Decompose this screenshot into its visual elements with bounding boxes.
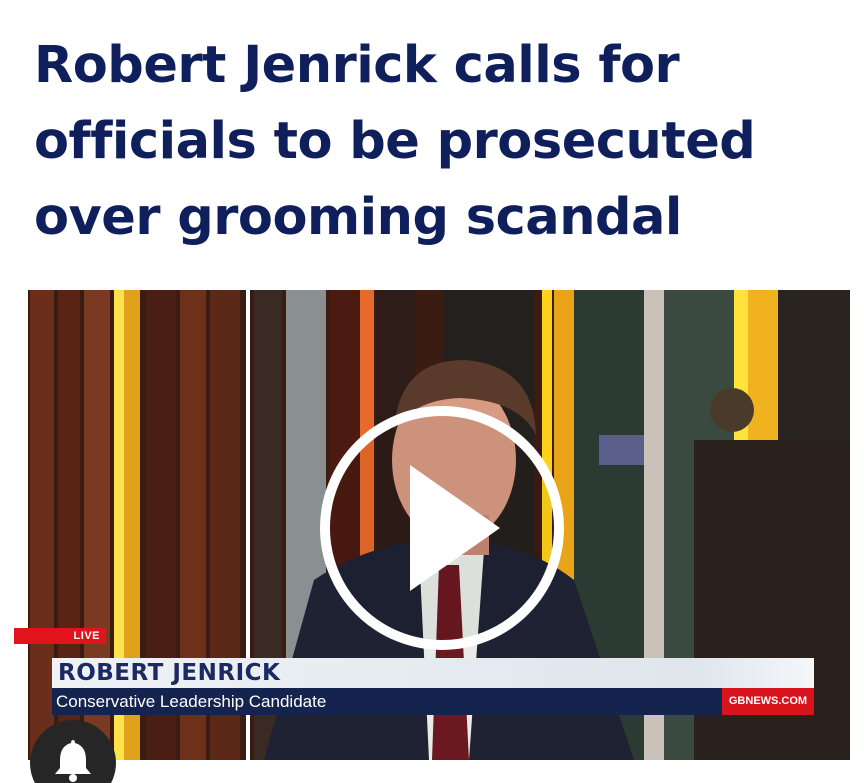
lower-third-role: Conservative Leadership Candidate (52, 688, 814, 715)
channel-tag: GBNEWS.COM (722, 688, 814, 715)
play-icon (320, 406, 564, 650)
live-badge: LIVE (14, 628, 106, 644)
video-player[interactable]: LIVE ROBERT JENRICK Conservative Leaders… (14, 290, 850, 760)
lower-third-name: ROBERT JENRICK (52, 658, 814, 688)
play-button[interactable] (317, 403, 567, 653)
article-headline: Robert Jenrick calls for officials to be… (34, 36, 756, 247)
bell-icon (55, 740, 91, 782)
